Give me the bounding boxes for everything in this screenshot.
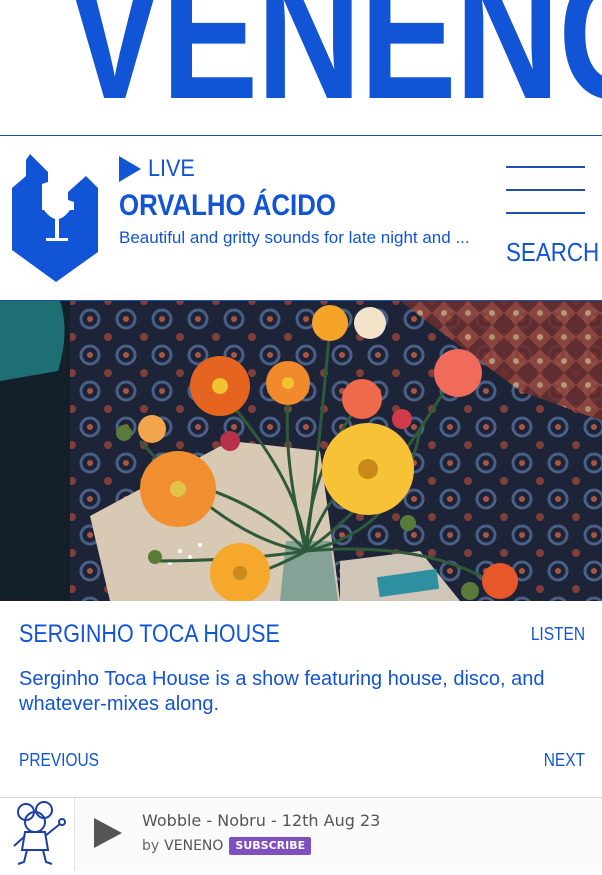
previous-link[interactable]: PREVIOUS <box>19 749 99 771</box>
track-byline: by VENENO SUBSCRIBE <box>142 837 312 855</box>
play-icon[interactable] <box>90 816 124 850</box>
by-label: by <box>142 838 160 854</box>
subscribe-button[interactable]: SUBSCRIBE <box>229 837 312 855</box>
live-show-name[interactable]: ORVALHO ÁCIDO <box>119 189 336 223</box>
station-logo-icon[interactable] <box>12 154 102 282</box>
embedded-audio-player: Wobble - Nobru - 12th Aug 23 by VENENO S… <box>0 797 602 871</box>
play-live-icon[interactable] <box>119 156 141 182</box>
live-indicator[interactable]: LIVE <box>119 155 200 183</box>
episode-title[interactable]: SERGINHO TOCA HOUSE <box>19 619 280 649</box>
hamburger-menu-icon[interactable] <box>506 166 586 214</box>
site-logo-wordmark[interactable]: VENENO <box>66 0 602 128</box>
track-artwork[interactable] <box>0 798 75 871</box>
mascot-artwork-icon <box>13 801 66 865</box>
listen-link[interactable]: LISTEN <box>531 623 585 645</box>
artist-link[interactable]: VENENO <box>164 837 223 855</box>
track-title[interactable]: Wobble - Nobru - 12th Aug 23 <box>142 811 380 831</box>
next-link[interactable]: NEXT <box>544 749 585 771</box>
brand-header: VENENO <box>0 0 602 136</box>
search-link[interactable]: SEARCH <box>506 237 599 267</box>
episode-description: Serginho Toca House is a show featuring … <box>19 668 545 715</box>
live-label: LIVE <box>148 155 195 182</box>
live-now-header: LIVE ORVALHO ÁCIDO Beautiful and gritty … <box>0 136 602 301</box>
live-show-description: Beautiful and gritty sounds for late nig… <box>119 228 470 247</box>
episode-hero-image <box>0 301 602 601</box>
